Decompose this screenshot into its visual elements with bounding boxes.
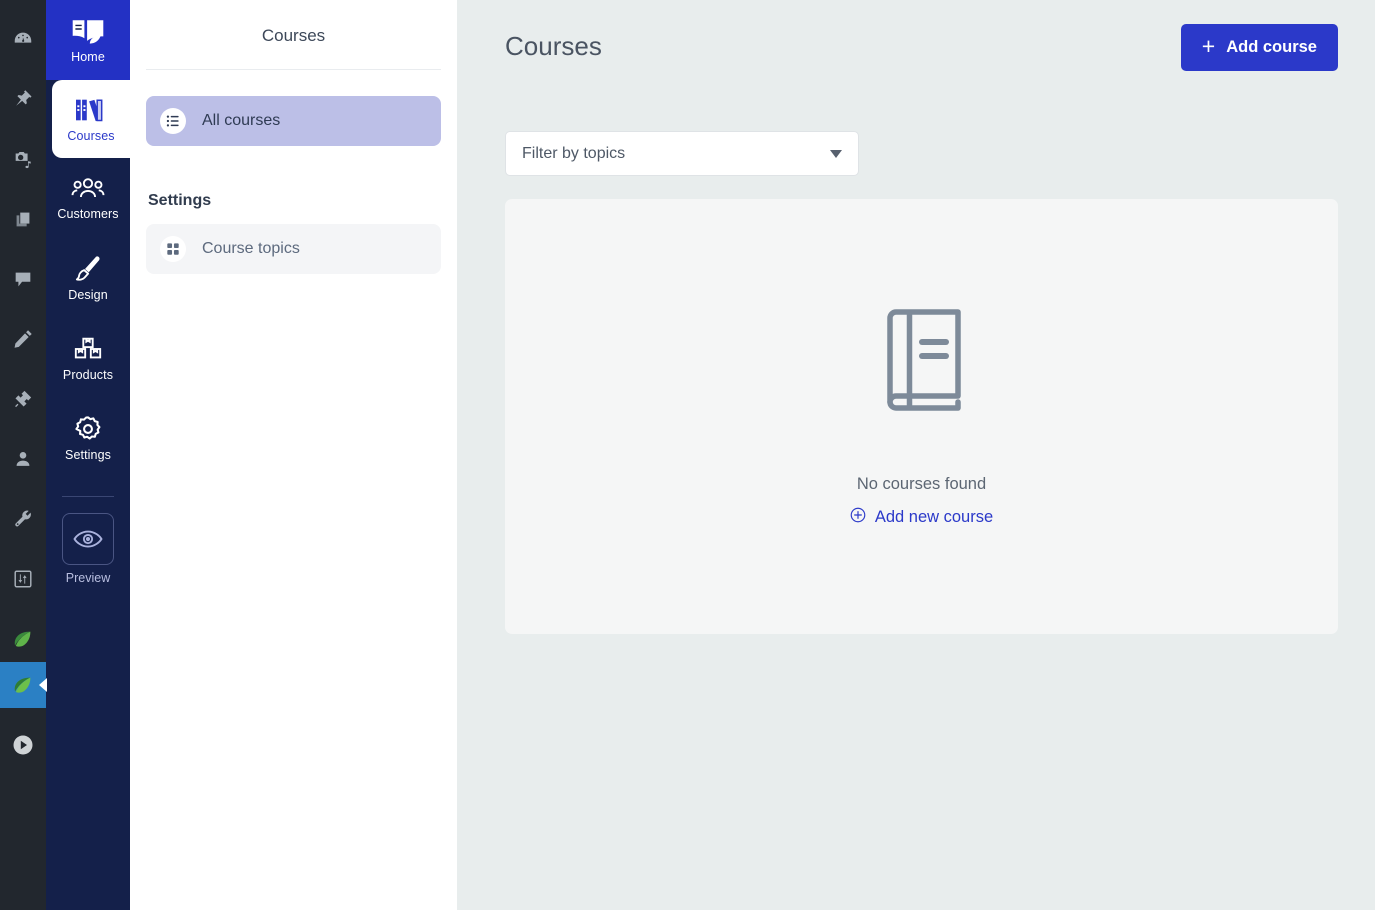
page-title: Courses [505,31,602,61]
gear-icon [75,416,101,440]
sidebar-item-course-topics-label: Course topics [202,240,300,257]
primary-nav-rail: Home Courses Customers Design Products S… [46,0,130,910]
main-header: Courses + Add course [505,24,1338,80]
nav-item-home[interactable]: Home [46,0,130,80]
rail-active-caret [39,678,47,692]
book-icon [876,306,968,419]
nav-label-settings: Settings [65,448,111,463]
nav-label-design: Design [68,288,108,303]
nav-item-settings[interactable]: Settings [46,398,130,478]
add-new-course-link[interactable]: Add new course [850,507,993,528]
sidebar-section-settings: Settings [148,192,212,209]
empty-state-message: No courses found [856,474,987,493]
chevron-down-icon [830,149,842,158]
app-window: Home Courses Customers Design Products S… [0,0,1375,910]
books-icon [76,99,103,122]
plugins-icon[interactable] [0,376,46,422]
nav-label-products: Products [62,368,114,383]
sidebar-item-all-courses[interactable]: All courses [146,96,441,146]
pin-icon[interactable] [0,76,46,122]
preview-button[interactable]: Preview [46,513,130,585]
nav-divider [62,496,114,497]
admin-icon-rail [0,0,47,910]
leaf-active-icon[interactable] [0,662,47,708]
plus-circle-icon [850,507,866,528]
courses-empty-card: No courses found Add new course [505,199,1338,634]
add-course-button[interactable]: + Add course [1180,24,1338,71]
list-icon [160,108,186,134]
book-leaf-icon [72,20,104,44]
dashboard-icon[interactable] [0,16,46,62]
secondary-panel-title: Courses [261,26,326,45]
nav-label-customers: Customers [57,207,119,222]
add-new-course-link-label: Add new course [874,507,994,526]
appearance-icon[interactable] [0,316,46,362]
nav-label-home: Home [71,50,105,65]
plus-icon: + [1201,33,1216,59]
filter-by-topics-select[interactable]: Filter by topics [505,131,859,176]
preview-label: Preview [65,571,111,585]
tools-icon[interactable] [0,496,46,542]
grid-icon [160,236,186,262]
nav-item-design[interactable]: Design [46,238,130,318]
nav-item-customers[interactable]: Customers [46,158,130,238]
leaf-icon[interactable] [0,616,46,662]
pages-icon[interactable] [0,196,46,242]
filter-by-topics-label: Filter by topics [522,144,626,162]
comments-icon[interactable] [0,256,46,302]
main-content: Courses + Add course Filter by topics No… [457,0,1375,910]
media-icon[interactable] [0,136,46,182]
boxes-icon [74,338,102,359]
nav-label-courses: Courses [67,129,115,144]
nav-item-products[interactable]: Products [46,318,130,398]
secondary-panel: Courses All courses Settings Course topi… [130,0,457,910]
eye-icon [73,530,103,548]
secondary-panel-divider [146,69,441,70]
users-icon[interactable] [0,436,46,482]
filter-row: Filter by topics [505,131,1338,176]
sidebar-item-all-courses-label: All courses [202,112,281,129]
brush-icon [75,256,100,281]
add-course-button-label: Add course [1226,38,1317,56]
play-icon[interactable] [0,722,46,768]
settings-sliders-icon[interactable] [0,556,46,602]
nav-item-courses[interactable]: Courses [52,80,130,158]
preview-box [62,513,114,565]
people-icon [71,178,105,198]
sidebar-item-course-topics[interactable]: Course topics [146,224,441,274]
